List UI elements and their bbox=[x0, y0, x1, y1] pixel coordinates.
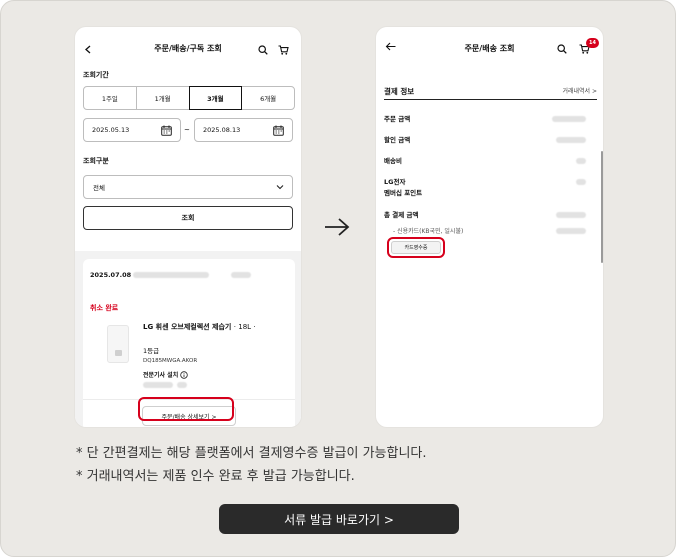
notice-line-1: * 단 간편결제는 해당 플랫폼에서 결제영수증 발급이 가능합니다. bbox=[76, 446, 427, 461]
search-icon[interactable] bbox=[258, 45, 268, 55]
category-label: 조회구분 bbox=[83, 157, 109, 165]
order-meta-masked bbox=[231, 272, 251, 278]
highlight-receipt-button bbox=[387, 237, 445, 258]
calendar-icon[interactable] bbox=[161, 125, 172, 136]
section-title: 결제 정보 bbox=[384, 87, 415, 96]
payment-info-screenshot: 주문/배송 조회 14 결제 정보 거래내역서 > 주문 금액 할인 금액 배송… bbox=[375, 26, 604, 428]
period-selector: 1주일 1개월 3개월 6개월 bbox=[83, 86, 295, 110]
cart-icon[interactable] bbox=[278, 45, 289, 55]
product-title: LG 휘센 오브제컬렉션 제습기 bbox=[143, 323, 232, 331]
period-6months[interactable]: 6개월 bbox=[241, 86, 295, 110]
order-amount-masked bbox=[552, 116, 586, 122]
guide-panel: 주문/배송/구독 조회 조회기간 1주일 1개월 3개월 6개월 2025.05… bbox=[0, 0, 676, 557]
membership-line2: 멤버십 포인트 bbox=[384, 189, 423, 197]
card-amount-masked bbox=[556, 228, 586, 234]
product-name[interactable]: LG 휘센 오브제컬렉션 제습기 · 18L · bbox=[143, 321, 293, 333]
period-1week[interactable]: 1주일 bbox=[83, 86, 137, 110]
info-icon[interactable] bbox=[180, 370, 188, 379]
search-button[interactable]: 조회 bbox=[83, 206, 293, 230]
product-model: DQ185MWGA.AKOR bbox=[143, 358, 198, 364]
quantity-masked bbox=[177, 382, 187, 388]
order-date: 2025.07.08 bbox=[90, 271, 132, 279]
search-icon[interactable] bbox=[557, 44, 567, 54]
product-grade: 1등급 bbox=[143, 347, 160, 355]
shipping-fee-masked bbox=[576, 158, 586, 164]
discount-amount-masked bbox=[556, 137, 586, 143]
install-type: 전문기사 설치 bbox=[143, 370, 188, 379]
price-masked bbox=[143, 382, 173, 388]
membership-point-masked bbox=[576, 179, 586, 185]
install-label: 전문기사 설치 bbox=[143, 372, 179, 379]
order-list-screenshot: 주문/배송/구독 조회 조회기간 1주일 1개월 3개월 6개월 2025.05… bbox=[74, 26, 302, 428]
app-header: 주문/배송/구독 조회 bbox=[75, 27, 301, 69]
app-header: 주문/배송 조회 14 bbox=[376, 27, 603, 69]
notice-line-2: * 거래내역서는 제품 인수 완료 후 발급 가능합니다. bbox=[76, 469, 355, 484]
category-select[interactable]: 전체 bbox=[83, 175, 293, 199]
product-option: · 18L · bbox=[233, 323, 256, 331]
membership-point-label: LG전자 멤버십 포인트 bbox=[384, 177, 422, 199]
total-amount-label: 총 결제 금액 bbox=[384, 211, 419, 219]
cart-badge: 14 bbox=[586, 38, 599, 48]
membership-line1: LG전자 bbox=[384, 178, 406, 186]
chevron-down-icon bbox=[276, 185, 284, 190]
transaction-statement-link[interactable]: 거래내역서 > bbox=[562, 86, 597, 95]
calendar-icon[interactable] bbox=[273, 125, 284, 136]
date-to-field[interactable]: 2025.08.13 bbox=[194, 118, 293, 142]
date-from-value: 2025.05.13 bbox=[92, 126, 130, 134]
category-value: 전체 bbox=[93, 184, 105, 192]
date-to-value: 2025.08.13 bbox=[203, 126, 241, 134]
order-amount-label: 주문 금액 bbox=[384, 115, 411, 123]
notice-text: * 단 간편결제는 해당 플랫폼에서 결제영수증 발급이 가능합니다. * 거래… bbox=[76, 442, 427, 488]
payment-method: - 신용카드(KB국민, 일시불) bbox=[393, 228, 464, 235]
document-issue-button[interactable]: 서류 발급 바로가기 > bbox=[219, 504, 459, 534]
scrollbar[interactable] bbox=[601, 151, 603, 263]
highlight-detail-button bbox=[138, 397, 234, 421]
discount-amount-label: 할인 금액 bbox=[384, 136, 411, 144]
date-separator: ~ bbox=[184, 126, 190, 134]
product-image[interactable] bbox=[107, 325, 129, 363]
payment-section-header: 결제 정보 거래내역서 > bbox=[384, 84, 597, 100]
period-1month[interactable]: 1개월 bbox=[135, 86, 190, 110]
arrow-right-icon bbox=[325, 218, 350, 236]
order-status: 취소 완료 bbox=[90, 304, 119, 312]
total-amount-masked bbox=[556, 212, 586, 218]
order-number-masked bbox=[133, 272, 209, 278]
shipping-fee-label: 배송비 bbox=[384, 157, 402, 165]
period-label: 조회기간 bbox=[83, 71, 109, 79]
period-3months[interactable]: 3개월 bbox=[188, 86, 243, 110]
page-title: 주문/배송 조회 bbox=[464, 44, 515, 53]
date-from-field[interactable]: 2025.05.13 bbox=[83, 118, 181, 142]
